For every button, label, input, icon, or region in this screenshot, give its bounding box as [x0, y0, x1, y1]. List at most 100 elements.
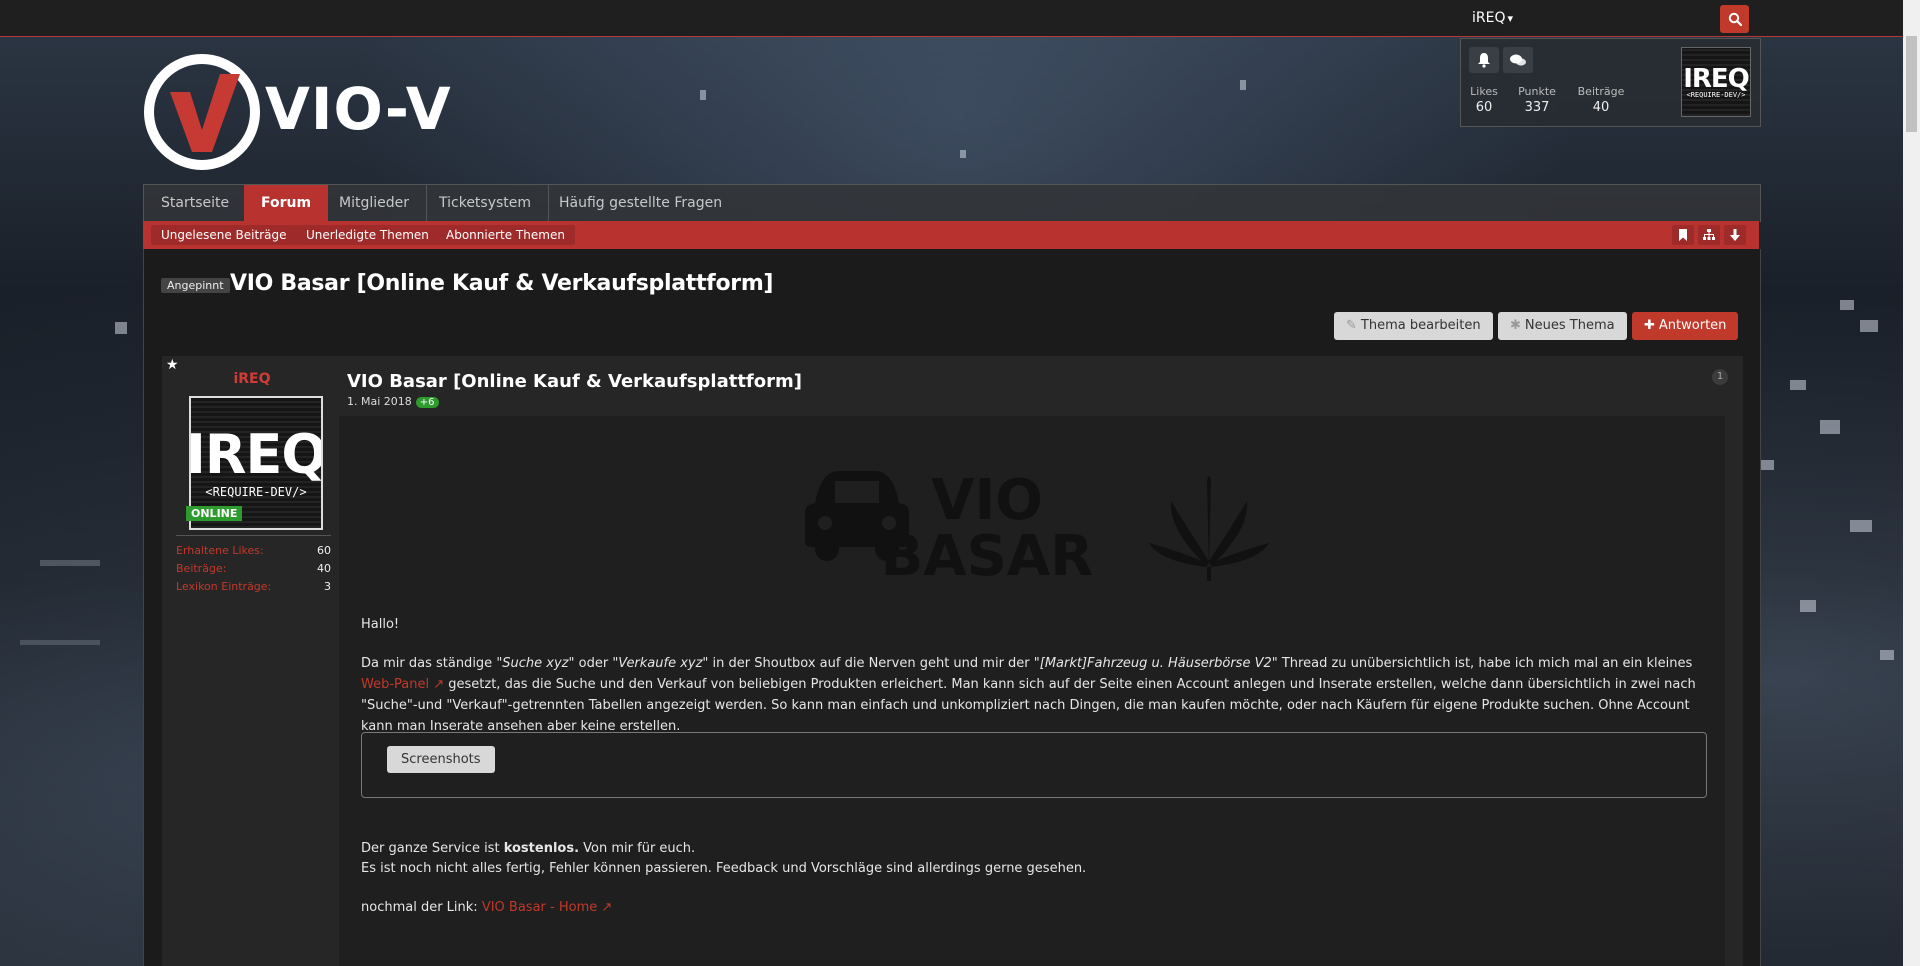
p1-part-d: Thread zu unübersichtlich ist, habe ich …	[1277, 656, 1693, 671]
author-avatar-text-big: IREQ	[189, 423, 323, 486]
new-thread-button[interactable]: ✱ Neues Thema	[1498, 312, 1627, 340]
scroll-down-button[interactable]	[1724, 225, 1746, 245]
post: ★ iREQ IREQ <REQUIRE-DEV/> ONLINE Erhalt…	[162, 356, 1743, 966]
web-panel-link-text: Web-Panel	[361, 677, 430, 692]
user-avatar[interactable]: IREQ <REQUIRE-DEV/>	[1681, 47, 1751, 117]
sitemap-button[interactable]	[1698, 225, 1720, 245]
notifications-button[interactable]	[1469, 47, 1499, 73]
author-stat-posts-label[interactable]: Beiträge:	[176, 562, 226, 575]
subnav-unread-posts[interactable]: Ungelesene Beiträge	[151, 225, 297, 245]
p1-part-c: in der Shoutbox auf die Nerven geht und …	[708, 656, 1034, 671]
user-menu[interactable]: iREQ ▾	[1472, 10, 1513, 26]
vio-basar-home-link-text: VIO Basar - Home	[481, 900, 598, 915]
subnav-unsolved-threads[interactable]: Unerledigte Themen	[296, 225, 439, 245]
post-title[interactable]: VIO Basar [Online Kauf & Verkaufsplattfo…	[347, 371, 802, 392]
tab-ticketsystem[interactable]: Ticketsystem	[422, 185, 550, 222]
p1-part-b: oder	[574, 656, 613, 671]
avatar-text-big: IREQ	[1683, 63, 1750, 94]
pencil-icon: ✎	[1346, 318, 1357, 333]
edit-thread-label: Thema bearbeiten	[1360, 318, 1481, 333]
reply-label: Antworten	[1658, 318, 1727, 333]
leaf-icon	[1149, 476, 1269, 581]
author-stat-lexicon-value: 3	[324, 580, 331, 593]
tab-faq[interactable]: Häufig gestellte Fragen	[542, 185, 739, 222]
author-avatar-text-small: <REQUIRE-DEV/>	[205, 485, 307, 499]
comments-icon	[1510, 54, 1526, 66]
avatar-text-small: <REQUIRE-DEV/>	[1686, 90, 1746, 99]
author-stat-likes: Erhaltene Likes: 60	[176, 544, 331, 557]
divider	[176, 535, 331, 536]
posts-value: 40	[1592, 100, 1610, 115]
user-menu-name: iREQ	[1472, 10, 1506, 26]
page-title: VIO Basar [Online Kauf & Verkaufsplattfo…	[230, 271, 774, 296]
author-stat-lexicon: Lexikon Einträge: 3	[176, 580, 331, 593]
vio-basar-banner: VIO BASAR	[799, 461, 1279, 589]
asterisk-icon: ✱	[1510, 318, 1521, 333]
greeting-text: Hallo!	[361, 617, 400, 632]
bell-icon	[1478, 53, 1490, 68]
bookmark-button[interactable]	[1672, 225, 1694, 245]
tab-forum[interactable]: Forum	[244, 185, 329, 222]
reply-button[interactable]: ✚ Antworten	[1632, 312, 1739, 340]
likes-value: 60	[1475, 100, 1493, 115]
p2-bold: kostenlos.	[503, 841, 580, 856]
bookmark-icon	[1679, 229, 1687, 241]
likes-stat[interactable]: Likes 60	[1469, 85, 1499, 115]
logo-emblem	[144, 54, 260, 170]
user-panel: Likes 60 Punkte 337 Beiträge 40 IREQ <RE…	[1460, 38, 1761, 127]
page-scrollbar[interactable]	[1903, 0, 1920, 966]
posts-label: Beiträge	[1577, 85, 1625, 98]
author-stat-lexicon-label[interactable]: Lexikon Einträge:	[176, 580, 271, 593]
p1-quote-1: "Suche xyz"	[496, 656, 575, 671]
chevron-down-icon: ▾	[1507, 12, 1514, 25]
author-stat-posts-value: 40	[317, 562, 331, 575]
author-stat-likes-label[interactable]: Erhaltene Likes:	[176, 544, 264, 557]
pinned-badge: Angepinnt	[161, 278, 230, 293]
banner-line2: BASAR	[881, 524, 1094, 581]
p1-quote-3: "[Markt]Fahrzeug u. Häuserbörse V2"	[1033, 656, 1278, 671]
external-link-icon: ↗	[429, 677, 445, 692]
author-stat-posts: Beiträge: 40	[176, 562, 331, 575]
post-paragraph-1: Da mir das ständige "Suche xyz" oder "Ve…	[361, 653, 1701, 737]
tab-mitglieder[interactable]: Mitglieder	[322, 185, 427, 222]
scrollbar-thumb[interactable]	[1906, 36, 1917, 132]
logo-text: VIO-V	[265, 75, 452, 143]
post-paragraph-3: Es ist noch nicht alles fertig, Fehler k…	[361, 861, 1087, 876]
p4-part-a: nochmal der Link:	[361, 900, 482, 915]
author-stat-likes-value: 60	[317, 544, 331, 557]
posts-stat[interactable]: Beiträge 40	[1576, 85, 1626, 115]
search-button[interactable]	[1720, 5, 1749, 33]
post-author-sidebar: ★ iREQ IREQ <REQUIRE-DEV/> ONLINE Erhalt…	[162, 356, 342, 966]
likes-label: Likes	[1470, 85, 1498, 98]
subnav-subscribed-threads[interactable]: Abonnierte Themen	[436, 225, 575, 245]
post-number[interactable]: 1	[1712, 369, 1728, 385]
post-paragraph-4: nochmal der Link: VIO Basar - Home ↗	[361, 897, 1701, 918]
main-content: Angepinnt VIO Basar [Online Kauf & Verka…	[143, 249, 1761, 966]
post-date: 1. Mai 2018 +6	[347, 395, 439, 408]
sub-nav: Ungelesene Beiträge Unerledigte Themen A…	[143, 221, 1759, 249]
arrow-down-icon	[1730, 229, 1740, 241]
post-date-text[interactable]: 1. Mai 2018	[347, 395, 412, 408]
points-stat[interactable]: Punkte 337	[1517, 85, 1557, 115]
main-nav: Startseite Forum Mitglieder Ticketsystem…	[143, 184, 1761, 222]
top-bar: iREQ ▾	[0, 0, 1920, 37]
edit-thread-button[interactable]: ✎ Thema bearbeiten	[1334, 312, 1493, 340]
banner-image: VIO BASAR	[805, 468, 1269, 589]
post-main: VIO Basar [Online Kauf & Verkaufsplattfo…	[339, 356, 1743, 966]
new-thread-label: Neues Thema	[1524, 318, 1615, 333]
web-panel-link[interactable]: Web-Panel ↗	[361, 677, 444, 692]
p1-part-a: Da mir das ständige	[361, 656, 497, 671]
author-name[interactable]: iREQ	[162, 371, 342, 387]
post-paragraph-2: Der ganze Service ist kostenlos. Von mir…	[361, 838, 1701, 859]
conversations-button[interactable]	[1503, 47, 1533, 73]
site-logo[interactable]	[142, 52, 262, 175]
plus-icon: ✚	[1644, 318, 1655, 333]
spoiler-box: Screenshots	[361, 732, 1707, 798]
screenshots-spoiler-button[interactable]: Screenshots	[387, 746, 495, 773]
points-value: 337	[1524, 100, 1550, 115]
reactions-badge[interactable]: +6	[415, 397, 439, 408]
post-body: VIO BASAR Hallo! Da mir das ständige "Su…	[339, 416, 1725, 966]
sitemap-icon	[1703, 229, 1715, 240]
tab-startseite[interactable]: Startseite	[144, 185, 248, 222]
vio-basar-home-link[interactable]: VIO Basar - Home ↗	[482, 900, 612, 915]
